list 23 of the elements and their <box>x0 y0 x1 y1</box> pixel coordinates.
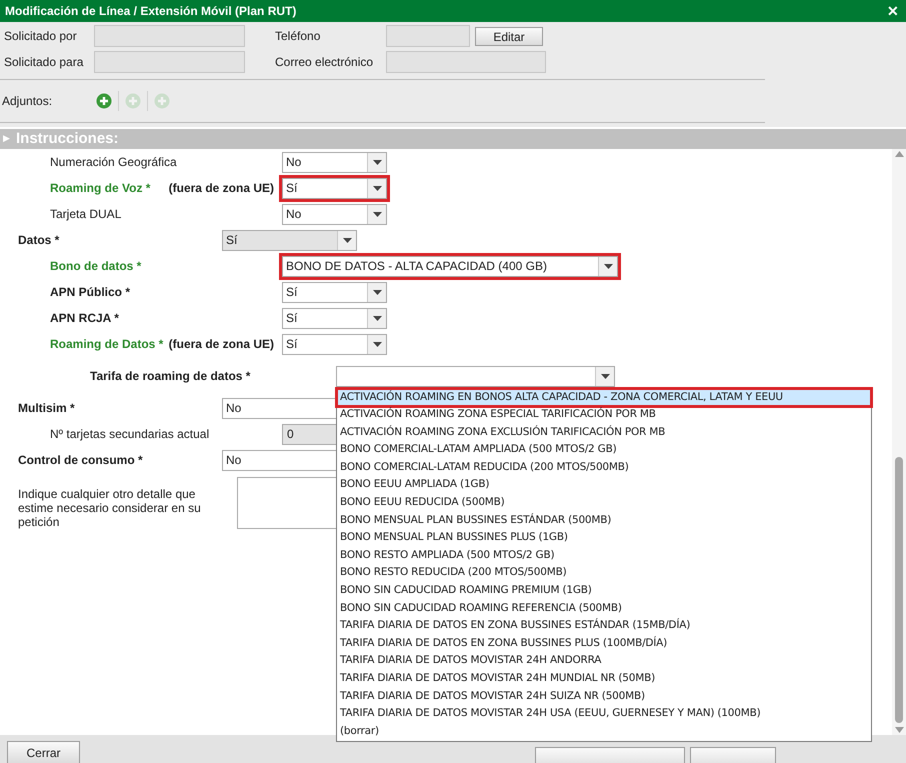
field-label: Numeración Geográfica <box>50 154 177 171</box>
field-label: Solicitado por <box>3 28 78 45</box>
field-label: Tarjeta DUAL <box>50 206 122 223</box>
field-label: Control de consumo * <box>18 452 143 469</box>
field-label: Teléfono <box>274 28 322 45</box>
attachments-label: Adjuntos: <box>1 93 54 110</box>
field-label: Datos * <box>18 232 60 249</box>
field-label: Bono de datos * <box>50 258 142 275</box>
field-label: Nº tarjetas secundarias actual <box>50 426 210 443</box>
field-label: APN RCJA * <box>50 310 119 327</box>
window-title: Modificación de Línea / Extensión Móvil (Plan RUT) <box>5 3 296 20</box>
field-label: Solicitado para <box>3 54 84 71</box>
field-label: Correo electrónico <box>274 54 374 71</box>
field-note: (fuera de zona UE) <box>168 180 275 197</box>
field-label: Tarifa de roaming de datos * <box>90 368 250 385</box>
field-label: Indique cualquier otro detalle que estime necesario considerar en su petición <box>18 487 202 529</box>
field-note: (fuera de zona UE) <box>168 336 275 353</box>
expand-icon: ▶ <box>3 132 10 146</box>
field-label: Roaming de Voz * <box>50 180 150 197</box>
section-title: Instrucciones: <box>16 128 119 149</box>
field-label: APN Público * <box>50 284 130 301</box>
field-label: Roaming de Datos * <box>50 336 164 353</box>
field-label: Multisim * <box>18 400 75 417</box>
